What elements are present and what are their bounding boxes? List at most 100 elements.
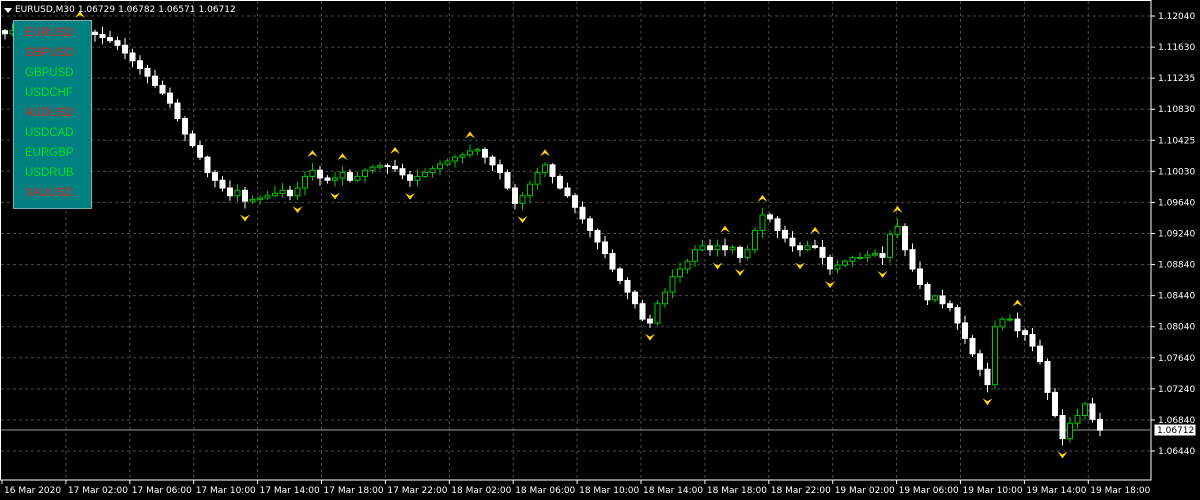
candle [257, 195, 263, 206]
candle [707, 239, 713, 256]
fractal-up-arrow-icon [810, 226, 820, 234]
fractal-up-arrow-icon [337, 153, 348, 161]
candle [122, 38, 128, 60]
candle [422, 168, 428, 179]
candle [189, 130, 196, 148]
candle [842, 259, 848, 268]
candle [812, 239, 818, 250]
x-tick-label: 17 Mar 22:00 [387, 486, 447, 496]
candle [669, 269, 676, 299]
candle [242, 187, 248, 209]
candle [414, 169, 421, 187]
y-tick-label: 1.09640 [1158, 198, 1195, 208]
candle [594, 228, 601, 250]
fractal-down-arrow-icon [825, 280, 835, 288]
x-tick-label: 18 Mar 02:00 [451, 486, 511, 496]
ohlc-high: 1.06782 [118, 5, 156, 15]
candle [362, 167, 368, 183]
candle [557, 173, 563, 190]
y-tick-label: 1.07240 [1158, 385, 1195, 395]
candle [369, 164, 376, 174]
x-tick-label: 18 Mar 22:00 [771, 486, 831, 496]
candle [167, 87, 173, 108]
candle [474, 147, 481, 156]
candle [437, 160, 443, 176]
current-price-label: 1.06712 [1153, 423, 1197, 437]
candle [834, 259, 841, 274]
candle [114, 36, 121, 51]
candle [174, 99, 181, 122]
chart-grid [0, 0, 1152, 481]
symbol-item[interactable]: USDCHF [25, 86, 73, 100]
candle [617, 266, 623, 285]
x-tick-label: 17 Mar 02:00 [68, 486, 128, 496]
candle [287, 185, 293, 201]
fractal-down-arrow-icon [712, 262, 723, 270]
candle [107, 31, 113, 44]
fractal-down-arrow-icon [330, 192, 340, 200]
candle [602, 235, 608, 259]
symbol-item[interactable]: USDRUB [25, 166, 74, 180]
fractal-up-arrow-icon [757, 194, 768, 202]
candle [1044, 358, 1051, 401]
candle [482, 147, 488, 164]
candle [1089, 397, 1096, 423]
candle [819, 240, 826, 265]
candle [992, 320, 998, 389]
candle [1082, 401, 1088, 421]
candle [797, 242, 803, 257]
candle [159, 80, 166, 96]
fractal-arrows [22, 10, 1068, 459]
symbol-item[interactable]: EURGBP [25, 146, 74, 160]
candle [1037, 339, 1043, 365]
symbol-item[interactable]: GBPUSD [25, 46, 74, 60]
candle [864, 250, 871, 263]
x-tick-label: 19 Mar 06:00 [899, 486, 959, 496]
x-tick-label: 19 Mar 02:00 [835, 486, 895, 496]
svg-text:1.06712: 1.06712 [1157, 426, 1194, 436]
candle [137, 55, 143, 75]
candle [339, 166, 346, 186]
candle [2, 29, 8, 40]
candle [977, 349, 983, 377]
candle [227, 180, 233, 201]
y-tick-label: 1.10030 [1158, 167, 1195, 177]
candle [872, 249, 878, 258]
x-tick-label: 19 Mar 14:00 [1026, 486, 1086, 496]
candle [894, 218, 901, 238]
candle [662, 287, 668, 309]
ohlc-open: 1.06729 [77, 5, 116, 15]
candle [212, 170, 218, 188]
symbol-item[interactable]: EURUSD [25, 26, 74, 40]
candle [579, 201, 586, 224]
time-axis[interactable]: 16 Mar 2020 17 Mar 02:00 17 Mar 06:00 17 Ma… [1, 480, 1151, 496]
fractal-up-arrow-icon [465, 131, 475, 139]
fractal-down-arrow-icon [405, 192, 415, 200]
symbol-item[interactable]: AUDUSD [25, 106, 74, 120]
dropdown-triangle-icon[interactable] [4, 7, 12, 13]
price-chart[interactable]: 1.12040 1.11630 1.11235 1.10830 1.10425 1.100… [0, 0, 1200, 500]
price-axis[interactable]: 1.12040 1.11630 1.11235 1.10830 1.10425 1.100… [1151, 12, 1197, 457]
candle [407, 170, 413, 187]
candle [429, 165, 436, 178]
x-tick-label: 19 Mar 10:00 [963, 486, 1023, 496]
symbol-item[interactable]: USDCAD [25, 126, 74, 140]
candle [1097, 412, 1103, 437]
fractal-down-arrow-icon [735, 268, 745, 276]
candle [647, 314, 653, 328]
y-tick-label: 1.12040 [1158, 12, 1195, 22]
symbol-item[interactable]: XAUUSD [25, 186, 73, 200]
x-tick-label: 17 Mar 14:00 [260, 486, 320, 496]
fractal-up-arrow-icon [307, 149, 318, 157]
fractal-down-arrow-icon [240, 214, 250, 222]
candle [272, 185, 278, 198]
candle [542, 162, 548, 178]
candle [632, 289, 638, 309]
candle [564, 182, 571, 198]
candle [917, 261, 923, 289]
candle [504, 169, 511, 191]
candle [324, 175, 331, 184]
symbol-item[interactable]: GBPUSD [25, 66, 74, 80]
x-tick-label: 18 Mar 14:00 [643, 486, 703, 496]
candle [902, 223, 908, 257]
